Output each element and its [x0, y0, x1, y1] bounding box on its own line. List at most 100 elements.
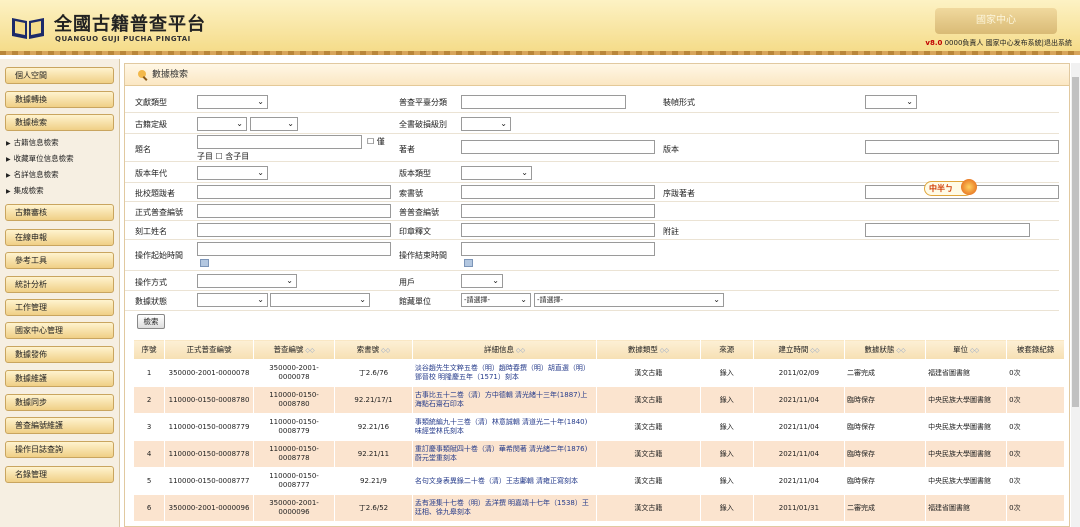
table-cell-formal: 110000-0150-0008777 [164, 467, 254, 495]
note-input[interactable] [865, 223, 1030, 237]
doc-type-label: 文獻類型 [135, 98, 167, 107]
call-no-input[interactable] [461, 185, 655, 199]
edition-label: 版本 [663, 145, 679, 154]
sort-icon[interactable]: ◇◇ [808, 347, 819, 354]
divider [125, 112, 1059, 113]
sidebar-item-national[interactable]: 國家中心管理 [5, 322, 114, 339]
user-text: 0000負責人 國家中心发布系統| [942, 39, 1044, 47]
table-cell-detail[interactable]: 淡谷趙先生文粹五卷（明）趙時春撰（明）胡直選（明）鄧晉校 明隆慶五年（1571）… [411, 359, 598, 387]
sidebar-item-numbering[interactable]: 普查編號維護 [5, 417, 114, 434]
table-cell-unit: 中央民族大學圖書館 [925, 467, 1008, 495]
column-header-label: 正式普查編號 [186, 345, 232, 354]
table-cell-detail[interactable]: 孟有涯集十七卷（明）孟洋撰 明嘉靖十七年（1538）王廷相、徐九皋刻本 [411, 494, 598, 522]
column-header[interactable]: 單位 ◇◇ [925, 339, 1008, 360]
author-input[interactable] [461, 140, 655, 154]
scrollbar[interactable] [1071, 63, 1080, 527]
sidebar-sub-item[interactable]: ▶ 集成檢索 [6, 185, 44, 196]
sidebar-item-sync[interactable]: 數據同步 [5, 394, 114, 411]
column-header[interactable]: 數據狀態 ◇◇ [843, 339, 927, 360]
sidebar-item-reference[interactable]: 參考工具 [5, 252, 114, 269]
sidebar-item-directory[interactable]: 名錄管理 [5, 466, 114, 483]
seal-label: 印章釋文 [399, 227, 431, 236]
table-cell-type: 漢文古籍 [596, 467, 701, 495]
doc-type-select[interactable]: ⌄ [197, 95, 268, 109]
sidebar-item-online[interactable]: 在線申報 [5, 229, 114, 246]
sort-icon[interactable]: ◇◇ [514, 347, 525, 354]
binding-select[interactable]: ⌄ [865, 95, 917, 109]
calendar-icon[interactable] [200, 259, 209, 267]
sidebar-item-publish[interactable]: 數據發佈 [5, 346, 114, 363]
column-header: 來源 [699, 339, 754, 360]
sidebar-sub-item[interactable]: ▶ 古籍信息檢索 [6, 137, 59, 148]
op-end-input[interactable] [461, 242, 655, 256]
title-input[interactable] [197, 135, 362, 149]
sidebar-item-search[interactable]: 數據檢索 [5, 114, 114, 131]
table-cell-call: 92.21/17/1 [334, 386, 413, 414]
sidebar-item-log[interactable]: 操作日誌查詢 [5, 441, 114, 458]
annotator-input[interactable] [197, 185, 391, 199]
op-start-input[interactable] [197, 242, 391, 256]
census-no-input[interactable] [461, 204, 655, 218]
sidebar-item-review[interactable]: 古籍審核 [5, 204, 114, 221]
data-status-select-1[interactable]: ⌄ [197, 293, 268, 307]
grade-select-1[interactable]: ⌄ [197, 117, 247, 131]
table-cell-detail[interactable]: 事類統編九十三卷（清）林意誠輯 清道光二十年(1840)味經堂林氏刻本 [411, 413, 598, 441]
edition-era-select[interactable]: ⌄ [197, 166, 268, 180]
sidebar-item-maintain[interactable]: 數據維護 [5, 370, 114, 387]
sidebar-item-convert[interactable]: 數據轉換 [5, 91, 114, 108]
ime-indicator[interactable]: 中半ㄅ [924, 179, 977, 196]
table-cell-formal: 350000-2001-0000078 [164, 359, 254, 387]
table-cell-detail[interactable]: 名句文身表異錄二十卷（清）王志鄘輯 清雍正寫刻本 [411, 467, 598, 495]
engraver-input[interactable] [197, 223, 391, 237]
sort-icon[interactable]: ◇◇ [303, 347, 314, 354]
chevron-down-icon: ⌄ [906, 97, 913, 106]
sidebar-sub-item[interactable]: ▶ 名詳信息檢索 [6, 169, 59, 180]
sort-icon[interactable]: ◇◇ [968, 347, 979, 354]
column-header[interactable]: 詳細信息 ◇◇ [411, 339, 598, 360]
scrollbar-thumb[interactable] [1072, 77, 1079, 407]
damage-select[interactable]: ⌄ [461, 117, 511, 131]
seal-input[interactable] [461, 223, 655, 237]
column-header[interactable]: 建立時間 ◇◇ [752, 339, 845, 360]
column-header[interactable]: 索書號 ◇◇ [334, 339, 413, 360]
sidebar-sub-item[interactable]: ▶ 收藏單位信息檢索 [6, 153, 74, 164]
column-header[interactable]: 數據類型 ◇◇ [596, 339, 701, 360]
sidebar-item-stats[interactable]: 統計分析 [5, 276, 114, 293]
sidebar-item-work[interactable]: 工作管理 [5, 299, 114, 316]
data-status-select-2[interactable]: ⌄ [270, 293, 370, 307]
edition-type-select[interactable]: ⌄ [461, 166, 532, 180]
op-mode-select[interactable]: ⌄ [197, 274, 297, 288]
pucha-class-input[interactable] [461, 95, 626, 109]
holding-unit-select-1[interactable]: -請選擇- ⌄ [461, 293, 531, 307]
table-cell-date: 2021/11/04 [752, 440, 845, 468]
grade-select-2[interactable]: ⌄ [250, 117, 298, 131]
sort-icon[interactable]: ◇◇ [658, 347, 669, 354]
table-row: 4 110000-0150-0008778 110000-0150-0008778 9… [132, 440, 1065, 468]
title-only-checkbox[interactable]: ☐ 僅 [367, 136, 385, 147]
holding-unit-select-2[interactable]: -請選擇- ⌄ [534, 293, 724, 307]
column-header: 被套錄紀錄 [1006, 339, 1065, 360]
search-button[interactable]: 檢索 [137, 314, 165, 329]
divider [125, 161, 1059, 162]
pucha-class-label: 普查平臺分類 [399, 98, 447, 107]
sort-icon[interactable]: ◇◇ [894, 347, 905, 354]
user-select[interactable]: ⌄ [461, 274, 503, 288]
sidebar-item-personal[interactable]: 個人空間 [5, 67, 114, 84]
table-cell-type: 漢文古籍 [596, 386, 701, 414]
table-cell-detail[interactable]: 古事比五十二卷（清）方中德輯 清光緒十三年(1887)上海點石齋石印本 [411, 386, 598, 414]
logout-link[interactable]: 退出系統 [1044, 39, 1072, 47]
column-header[interactable]: 普查編號 ◇◇ [252, 339, 336, 360]
column-header-label: 數據狀態 [864, 345, 895, 354]
preface-label: 序跋著者 [663, 189, 695, 198]
formal-no-input[interactable] [197, 204, 391, 218]
table-cell-no: 3 [132, 413, 166, 441]
calendar-icon[interactable] [464, 259, 473, 267]
table-cell-no: 4 [132, 440, 166, 468]
chevron-down-icon: ⌄ [286, 276, 293, 285]
table-cell-detail[interactable]: 重訂慶事類賦四十卷（清）華希閔著 清光緒二年(1876)蔚元堂重刻本 [411, 440, 598, 468]
contain-zimu-checkbox[interactable]: ☐ [216, 152, 223, 161]
triangle-right-icon: ▶ [6, 172, 11, 179]
edition-input[interactable] [865, 140, 1059, 154]
table-cell-date: 2011/02/09 [752, 359, 845, 387]
sort-icon[interactable]: ◇◇ [379, 347, 390, 354]
